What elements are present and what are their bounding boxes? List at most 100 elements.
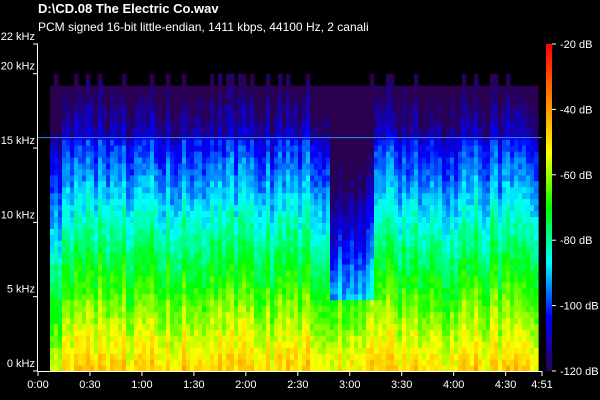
spectrogram-cell (70, 139, 75, 146)
spectrogram-cell (318, 168, 323, 176)
spectrogram-cell (190, 269, 195, 277)
spectrogram-cell (118, 287, 123, 295)
spectrogram-cell (346, 186, 351, 194)
spectrogram-cell (370, 127, 375, 134)
spectrogram-cell (138, 180, 143, 188)
spectrogram-cell (306, 145, 311, 152)
spectrogram-cell (326, 133, 331, 140)
spectrogram-cell (366, 156, 371, 164)
spectrogram-cell (194, 258, 199, 265)
spectrogram-cell (258, 180, 263, 188)
spectrogram-cell (106, 204, 111, 212)
spectrogram-cell (274, 103, 279, 110)
spectrogram-cell (406, 228, 411, 235)
spectrogram-cell (62, 109, 67, 116)
spectrogram-cell (222, 121, 227, 128)
spectrogram-cell (138, 252, 143, 259)
spectrogram-cell (178, 216, 183, 223)
spectrogram-cell (286, 145, 291, 152)
spectrogram-cell (86, 174, 91, 182)
spectrogram-cell (374, 240, 379, 247)
spectrogram-cell (130, 234, 135, 241)
spectrogram-cell (362, 127, 367, 134)
spectrogram-cell (130, 240, 135, 247)
spectrogram-cell (186, 192, 191, 200)
spectrogram-cell (422, 103, 427, 110)
spectrogram-cell (446, 359, 451, 366)
spectrogram-cell (318, 287, 323, 295)
spectrogram-cell (194, 299, 199, 307)
spectrogram-cell (370, 311, 375, 319)
spectrogram-cell (314, 234, 319, 241)
spectrogram-cell (378, 281, 383, 289)
spectrogram-cell (166, 287, 171, 295)
spectrogram-cell (166, 79, 171, 87)
spectrogram-cell (274, 335, 279, 342)
spectrogram-cell (226, 323, 231, 330)
spectrogram-cell (442, 103, 447, 110)
spectrogram-cell (362, 133, 367, 140)
spectrogram-cell (122, 145, 127, 152)
spectrogram-cell (414, 341, 419, 348)
spectrogram-cell (82, 359, 87, 366)
spectrogram-cell (390, 275, 395, 283)
spectrogram-cell (446, 186, 451, 194)
spectrogram-cell (118, 180, 123, 188)
spectrogram-cell (106, 156, 111, 164)
spectrogram-cell (118, 228, 123, 235)
spectrogram-cell (234, 97, 239, 105)
spectrogram-cell (186, 341, 191, 348)
spectrogram-cell (182, 174, 187, 182)
spectrogram-cell (94, 133, 99, 140)
spectrogram-cell (86, 91, 91, 99)
spectrogram-cell (326, 198, 331, 206)
spectrogram-cell (326, 335, 331, 342)
spectrogram-cell (198, 85, 203, 93)
spectrogram-cell (418, 275, 423, 283)
spectrogram-cell (426, 127, 431, 134)
spectrogram-cell (382, 263, 387, 271)
spectrogram-cell (458, 97, 463, 105)
spectrogram-cell (446, 365, 451, 372)
spectrogram-cell (438, 341, 443, 348)
spectrogram-cell (426, 234, 431, 241)
spectrogram-cell (58, 204, 63, 212)
spectrogram-cell (202, 216, 207, 223)
spectrogram-cell (178, 210, 183, 218)
spectrogram-cell (266, 287, 271, 295)
spectrogram-cell (202, 293, 207, 301)
spectrogram-cell (102, 293, 107, 301)
spectrogram-cell (206, 85, 211, 93)
spectrogram-cell (422, 156, 427, 164)
spectrogram-cell (66, 246, 71, 253)
spectrogram-cell (358, 216, 363, 223)
spectrogram-cell (98, 73, 103, 81)
spectrogram-cell (126, 97, 131, 105)
spectrogram-cell (334, 210, 339, 218)
spectrogram-cell (102, 305, 107, 313)
spectrogram-cell (254, 103, 259, 110)
spectrogram-cell (122, 305, 127, 313)
spectrogram-cell (454, 287, 459, 295)
spectrogram-cell (118, 85, 123, 93)
spectrogram-cell (166, 115, 171, 122)
spectrogram-cell (166, 269, 171, 277)
spectrogram-cell (406, 347, 411, 354)
spectrogram-cell (202, 186, 207, 194)
spectrogram-cell (422, 151, 427, 158)
spectrogram-cell (298, 234, 303, 241)
spectrogram-cell (166, 365, 171, 372)
spectrogram-cell (242, 365, 247, 372)
spectrogram-cell (58, 317, 63, 325)
spectrogram-cell (354, 192, 359, 200)
spectrogram-cell (290, 168, 295, 176)
spectrogram-cell (426, 91, 431, 99)
spectrogram-cell (146, 323, 151, 330)
spectrogram-cell (122, 103, 127, 110)
spectrogram-cell (382, 246, 387, 253)
spectrogram-cell (278, 186, 283, 194)
spectrogram-cell (238, 139, 243, 146)
spectrogram-cell (306, 91, 311, 99)
spectrogram-cell (250, 204, 255, 212)
spectrogram-cell (158, 222, 163, 229)
